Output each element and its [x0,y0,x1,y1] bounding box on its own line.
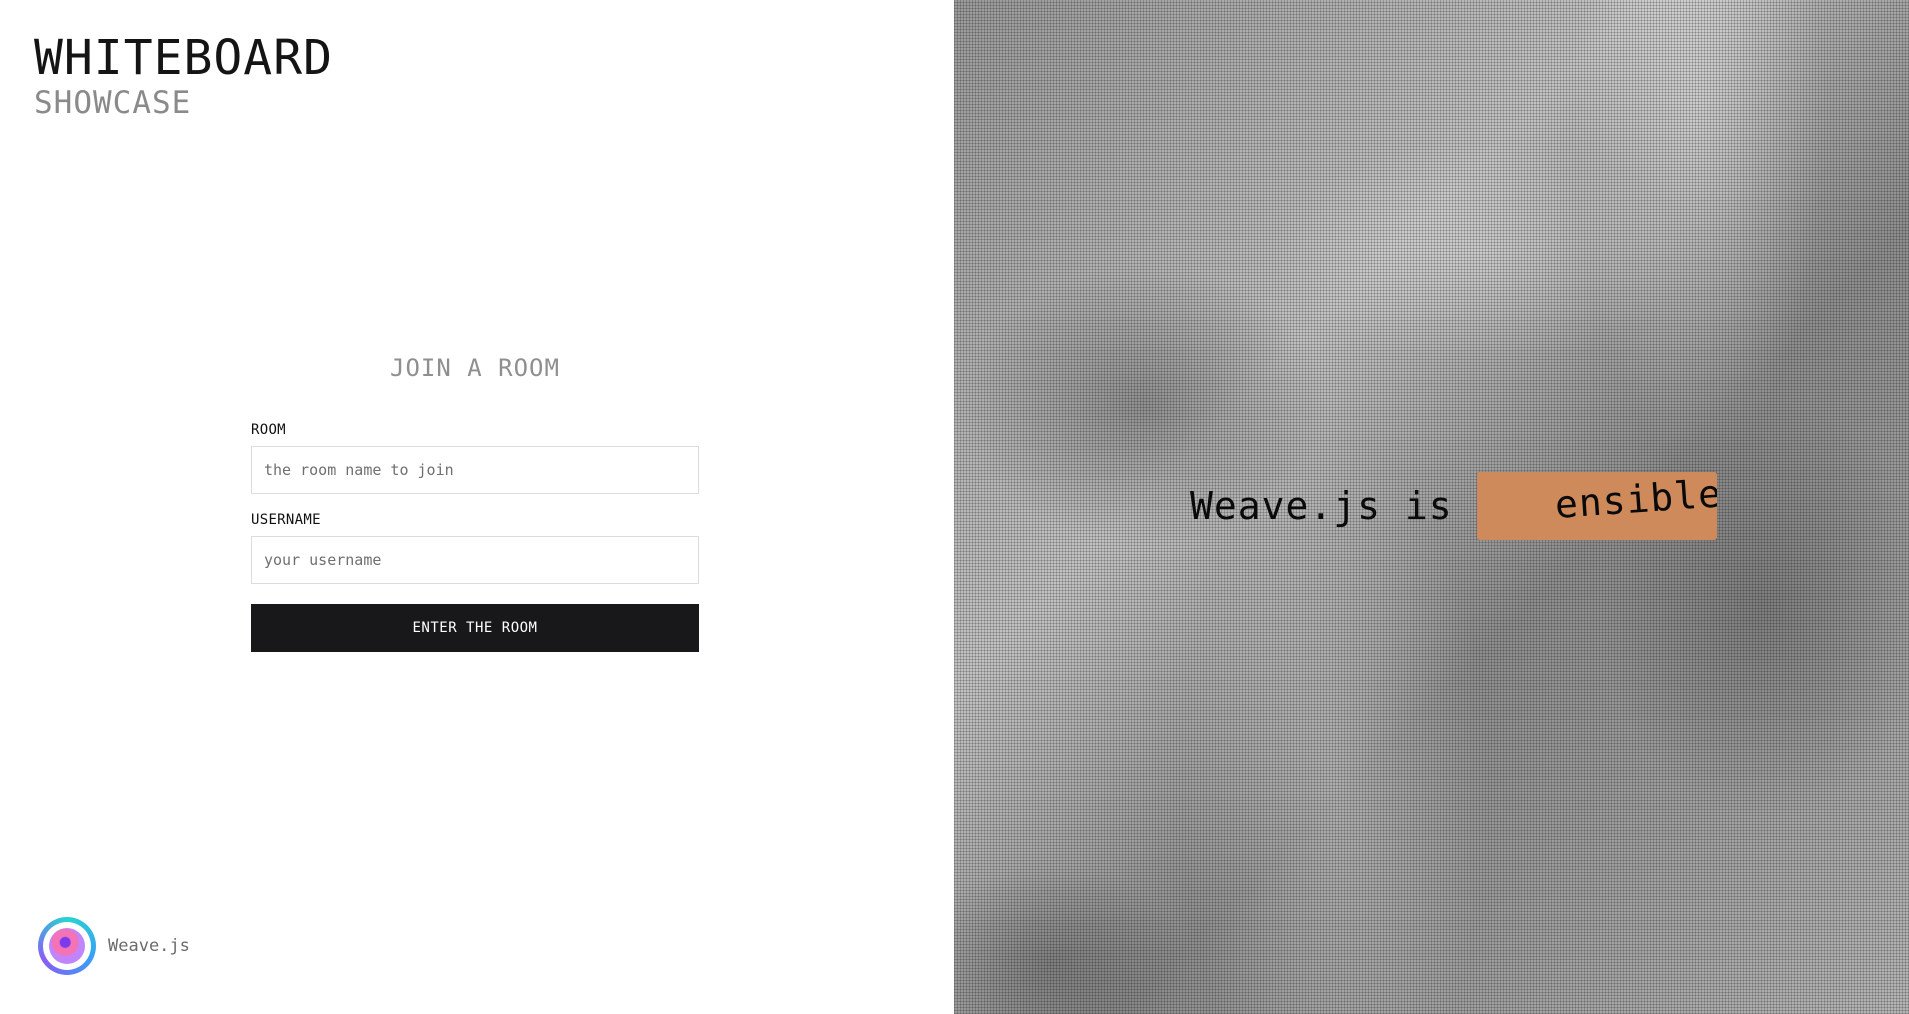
footer-brand-name: Weave.js [108,936,190,956]
footer-brand[interactable]: Weave.js [38,917,190,975]
room-input[interactable] [251,446,699,494]
weavejs-logo-icon [38,917,96,975]
hero-rotating-word: ensible [1553,472,1717,527]
app-subtitle: SHOWCASE [34,85,192,121]
enter-room-button[interactable]: ENTER THE ROOM [251,604,699,652]
join-room-form: JOIN A ROOM ROOM USERNAME ENTER THE ROOM [251,354,699,652]
form-title: JOIN A ROOM [390,354,560,382]
hero-text: Weave.js is [1190,484,1453,528]
username-label: USERNAME [251,512,321,528]
hero-panel: Weave.js is ensible [954,0,1909,1014]
brand-header: WHITEBOARD SHOWCASE [34,30,333,120]
username-input[interactable] [251,536,699,584]
app-title: WHITEBOARD [34,30,333,86]
hero-tagline: Weave.js is ensible [1190,472,1717,540]
login-panel: WHITEBOARD SHOWCASE JOIN A ROOM ROOM USE… [0,0,954,1014]
hero-rotating-chip: ensible [1476,472,1717,540]
room-label: ROOM [251,422,286,438]
